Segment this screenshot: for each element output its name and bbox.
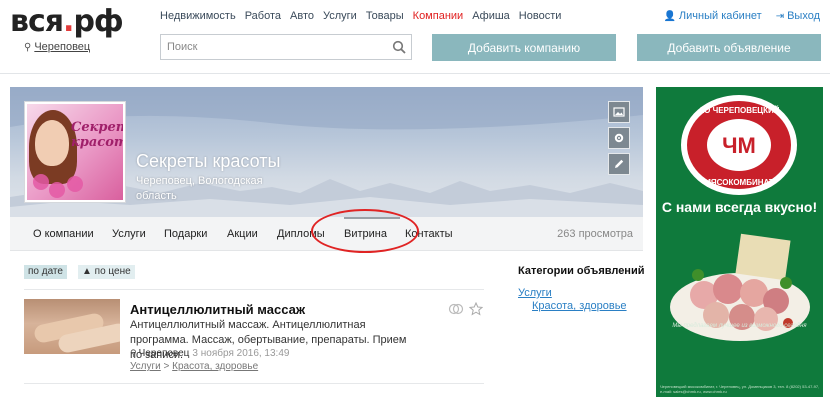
ad-footer-text: Череповецкий мясокомбинат, г. Череповец,… xyxy=(660,384,820,394)
listing-date: 3 ноября 2016, 13:49 xyxy=(192,348,290,359)
nav-item-jobs[interactable]: Работа xyxy=(245,10,281,22)
nav-item-companies[interactable]: Компании xyxy=(413,10,464,22)
views-count: 263 просмотра xyxy=(557,228,633,240)
tab-services[interactable]: Услуги xyxy=(112,228,146,240)
listing-city: Череповец xyxy=(138,348,190,359)
search-icon[interactable] xyxy=(392,40,406,54)
main-nav: Недвижимость Работа Авто Услуги Товары К… xyxy=(160,10,570,22)
listing-title[interactable]: Антицеллюлитный массаж xyxy=(130,302,305,317)
account-link[interactable]: 👤 Личный кабинет xyxy=(663,10,761,22)
nav-item-services[interactable]: Услуги xyxy=(323,10,357,22)
ad-tagline: Мы предлагаем лучшее из возможного сегод… xyxy=(672,323,807,329)
logo-flower-shape xyxy=(67,176,83,192)
seal-letters: ЧМ xyxy=(722,133,756,158)
company-banner: Секреты красоты Секреты красоты Черепове… xyxy=(10,87,643,217)
header-divider xyxy=(0,73,830,74)
logo-flower-shape xyxy=(49,182,65,198)
add-ad-button[interactable]: Добавить объявление xyxy=(637,34,821,61)
company-logo-image: Секреты красоты xyxy=(27,104,123,200)
listing-subcategory-link[interactable]: Красота, здоровье xyxy=(172,361,258,372)
listing-thumbnail[interactable] xyxy=(24,299,120,354)
add-company-button[interactable]: Добавить компанию xyxy=(432,34,616,61)
meat-plant-seal-logo: АО ЧЕРЕПОВЕЦКИЙ МЯСОКОМБИНАТ ЧМ xyxy=(681,95,797,195)
company-location: Череповец, Вологодская область xyxy=(136,175,263,202)
site-logo[interactable]: вся.рф xyxy=(10,4,124,39)
advertisement-banner[interactable]: АО ЧЕРЕПОВЕЦКИЙ МЯСОКОМБИНАТ ЧМ С нами в… xyxy=(656,87,823,397)
list-divider xyxy=(24,289,484,290)
logo-text: Секреты красоты xyxy=(71,120,123,150)
listing-meta: ⚲ Череповец 3 ноября 2016, 13:49 xyxy=(130,348,289,359)
tab-about[interactable]: О компании xyxy=(33,228,94,240)
logo-dot: . xyxy=(63,4,74,39)
ad-slogan: С нами всегда вкусно! xyxy=(661,199,818,215)
user-icon: 👤 xyxy=(663,11,676,22)
listing-category-link[interactable]: Услуги xyxy=(130,361,161,372)
nav-item-auto[interactable]: Авто xyxy=(290,10,314,22)
logout-label: Выход xyxy=(787,10,820,22)
nav-item-goods[interactable]: Товары xyxy=(366,10,404,22)
search-box xyxy=(160,34,412,60)
company-name: Секреты красоты xyxy=(136,151,281,171)
logout-link[interactable]: ⇥ Выход xyxy=(776,10,820,22)
tab-promotions[interactable]: Акции xyxy=(227,228,258,240)
category-link-services[interactable]: Услуги xyxy=(518,287,552,299)
city-selector[interactable]: ⚲ Череповец xyxy=(24,41,90,53)
image-icon xyxy=(613,107,625,117)
sort-by-date-button[interactable]: по дате xyxy=(24,265,67,279)
sausage-plate-image xyxy=(670,233,810,341)
nav-item-realty[interactable]: Недвижимость xyxy=(160,10,236,22)
category-link-beauty[interactable]: Красота, здоровье xyxy=(532,300,627,312)
tab-gifts[interactable]: Подарки xyxy=(164,228,207,240)
nav-item-events[interactable]: Афиша xyxy=(472,10,510,22)
account-links: 👤 Личный кабинет ⇥ Выход xyxy=(663,10,820,22)
logo-flower-shape xyxy=(33,174,49,190)
compare-icon[interactable] xyxy=(448,303,464,315)
location-pin-icon: ⚲ xyxy=(24,42,32,53)
logout-icon: ⇥ xyxy=(775,11,785,22)
list-divider xyxy=(24,383,484,384)
star-icon[interactable] xyxy=(469,302,483,316)
sort-by-price-button[interactable]: ▲ по цене xyxy=(78,265,135,279)
change-cover-button[interactable] xyxy=(608,101,630,123)
pencil-icon xyxy=(615,159,624,168)
gear-icon xyxy=(614,133,624,143)
nav-item-news[interactable]: Новости xyxy=(519,10,562,22)
listing-categories: Услуги > Красота, здоровье xyxy=(130,361,258,372)
settings-button[interactable] xyxy=(608,127,630,149)
account-label: Личный кабинет xyxy=(678,10,762,22)
logo-face-shape xyxy=(35,120,69,166)
search-input[interactable] xyxy=(161,35,381,59)
categories-title: Категории объявлений xyxy=(518,265,645,277)
logo-main: вся xyxy=(10,4,64,39)
location-pin-icon: ⚲ xyxy=(130,348,137,358)
city-label: Череповец xyxy=(34,41,91,53)
seal-top-text: АО ЧЕРЕПОВЕЦКИЙ xyxy=(698,106,779,115)
company-logo: Секреты красоты xyxy=(24,101,126,203)
category-separator: > xyxy=(163,361,170,372)
edit-button[interactable] xyxy=(608,153,630,175)
highlight-circle-annotation xyxy=(311,209,419,253)
logo-tld: рф xyxy=(73,4,123,39)
seal-bottom-text: МЯСОКОМБИНАТ xyxy=(704,178,774,187)
